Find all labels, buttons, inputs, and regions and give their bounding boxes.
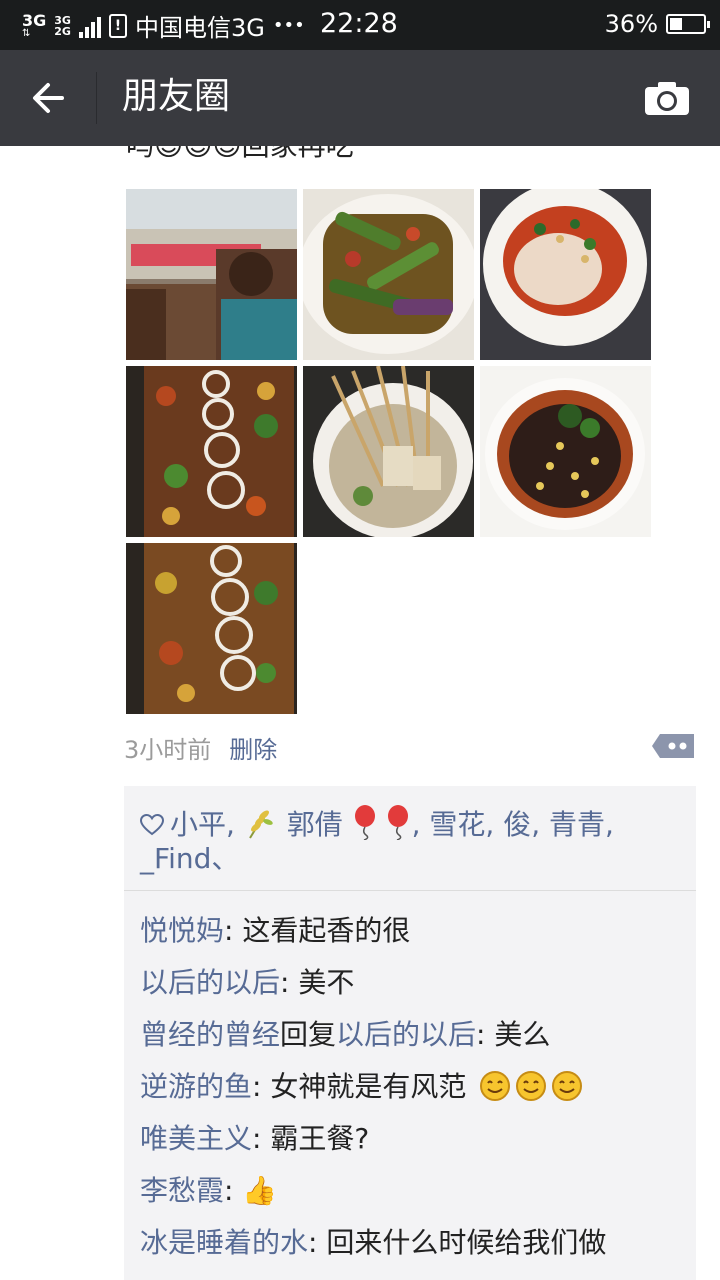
page-title: 朋友圈	[122, 76, 231, 117]
comment-list: 悦悦妈: 这看起香的很 以后的以后: 美不 曾经的曾经回复以后的以后: 美么 逆…	[124, 891, 696, 1261]
post-meta: 3小时前 删除	[124, 730, 277, 765]
smile-icon	[516, 1071, 547, 1101]
carrier-dots: •••	[272, 15, 305, 36]
comment-item[interactable]: 逆游的鱼: 女神就是有风范	[140, 1069, 680, 1105]
arrow-left-icon	[33, 83, 64, 113]
comment-item[interactable]: 李愁霞: 👍	[140, 1173, 680, 1209]
comment-box: 小平, 郭倩 , 雪花, 俊, 青青, _Find、 悦悦妈: 这看起香的很 以…	[124, 786, 696, 1280]
status-left: 3G ⇅ 3G 2G ! 中国电信3G •••	[22, 8, 305, 43]
restaurant-photo[interactable]	[126, 189, 297, 360]
skewers-pot-photo[interactable]	[303, 366, 474, 537]
eggplant-dish-photo[interactable]	[303, 189, 474, 360]
reply-target[interactable]: 以后的以后	[336, 1018, 476, 1051]
post-time: 3小时前	[124, 736, 212, 764]
comment-author[interactable]: 悦悦妈	[140, 914, 224, 947]
network-main-text: 3G	[22, 10, 47, 30]
status-bar: 3G ⇅ 3G 2G ! 中国电信3G ••• 22:28 36%	[0, 0, 720, 50]
likes-text-1: 小平,	[170, 808, 235, 841]
cold-noodle-dish-photo[interactable]	[480, 189, 651, 360]
comment-sep: :	[252, 1070, 271, 1103]
comment-item[interactable]: 冰是睡着的水: 回来什么时候给我们做	[140, 1225, 680, 1261]
comment-sep: :	[224, 914, 243, 947]
network-3g-label: 3G ⇅	[22, 10, 47, 39]
network-sub2-text: 2G	[54, 24, 71, 38]
moments-feed[interactable]: 吗😊😊😊回家再吃	[0, 146, 720, 1280]
delete-link[interactable]: 删除	[229, 736, 277, 764]
wheat-icon	[248, 810, 273, 839]
comment-text: 女神就是有风范	[270, 1070, 467, 1103]
title-divider	[96, 72, 97, 124]
comment-author[interactable]: 曾经的曾经	[140, 1018, 280, 1051]
carrier-name: 中国电信3G	[134, 14, 265, 42]
wood-ear-salad-photo[interactable]	[480, 366, 651, 537]
grilled-fish-photo-2[interactable]	[126, 543, 297, 714]
status-time: 22:28	[320, 8, 398, 39]
comment-text: 回来什么时候给我们做	[326, 1226, 607, 1259]
network-arrows-icon: ⇅	[22, 27, 31, 39]
comment-item[interactable]: 曾经的曾经回复以后的以后: 美么	[140, 1017, 680, 1053]
title-bar: 朋友圈	[0, 50, 720, 146]
more-dots-icon	[652, 734, 694, 758]
signal-icon	[78, 14, 101, 38]
comment-author[interactable]: 唯美主义	[140, 1122, 252, 1155]
comment-author[interactable]: 逆游的鱼	[140, 1070, 252, 1103]
smile-emoji-group	[466, 1070, 583, 1103]
grilled-fish-photo[interactable]	[126, 366, 297, 537]
post-text: 吗😊😊😊回家再吃	[126, 146, 354, 166]
comment-text: 美么	[494, 1018, 551, 1051]
balloon-icon	[354, 805, 375, 840]
balloon-icon-2	[387, 805, 408, 840]
comment-text: 霸王餐?	[270, 1122, 370, 1155]
smile-icon	[480, 1071, 511, 1101]
comment-menu-button[interactable]	[652, 730, 696, 762]
dual-network-label: 3G 2G	[54, 15, 71, 37]
comment-author[interactable]: 冰是睡着的水	[140, 1226, 308, 1259]
comment-item[interactable]: 悦悦妈: 这看起香的很	[140, 913, 680, 949]
comment-text: 美不	[298, 966, 355, 999]
camera-button[interactable]	[644, 80, 690, 116]
likes-row: 小平, 郭倩 , 雪花, 俊, 青青, _Find、	[124, 786, 696, 891]
comment-item[interactable]: 唯美主义: 霸王餐?	[140, 1121, 680, 1157]
battery-percent: 36%	[604, 10, 658, 38]
comment-text: 这看起香的很	[242, 914, 411, 947]
battery-fill	[670, 18, 682, 30]
thumbs-up-icon: 👍	[242, 1174, 278, 1207]
status-right: 36%	[604, 10, 710, 38]
heart-outline-icon	[140, 814, 164, 836]
reply-word: 回复	[280, 1018, 337, 1051]
likes-text-2: 郭倩	[277, 808, 352, 841]
smile-icon	[552, 1071, 583, 1101]
comment-author[interactable]: 以后的以后	[140, 966, 280, 999]
comment-sep: :	[308, 1226, 327, 1259]
battery-icon	[666, 14, 710, 34]
comment-author[interactable]: 李愁霞	[140, 1174, 224, 1207]
comment-sep: :	[476, 1018, 495, 1051]
comment-item[interactable]: 以后的以后: 美不	[140, 965, 680, 1001]
network-sub1-text: 3G	[54, 13, 71, 27]
sim-alert-icon: !	[108, 13, 127, 38]
comment-sep: :	[224, 1174, 243, 1207]
back-button[interactable]	[28, 74, 72, 122]
camera-icon	[645, 82, 689, 115]
comment-sep: :	[252, 1122, 271, 1155]
comment-sep: :	[280, 966, 299, 999]
